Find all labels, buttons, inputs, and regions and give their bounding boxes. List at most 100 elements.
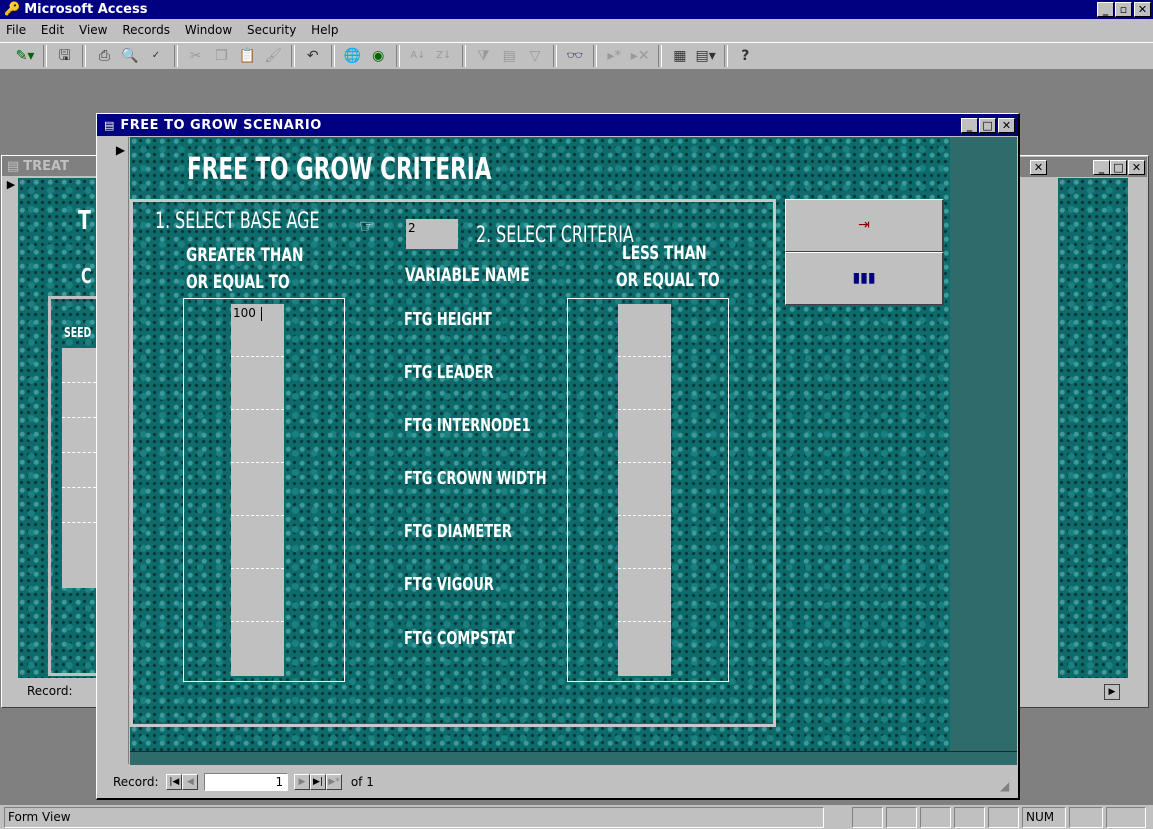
ftg-minimize-button[interactable]: _ (961, 117, 978, 133)
right-window-minimize-button[interactable]: _ (1093, 160, 1110, 175)
app-title: Microsoft Access (24, 2, 148, 17)
first-record-button[interactable]: |◀ (166, 774, 183, 790)
menu-window[interactable]: Window (185, 23, 232, 37)
greater-field-crown-width[interactable] (231, 463, 284, 516)
next-record-button[interactable]: ▶ (294, 774, 310, 790)
menu-view[interactable]: View (79, 23, 107, 37)
variable-name-header: VARIABLE NAME (405, 264, 530, 286)
menu-edit[interactable]: Edit (41, 23, 64, 37)
insert-hyperlink-icon[interactable]: 🌐 (341, 45, 363, 67)
copy-icon[interactable]: ❐ (210, 45, 232, 67)
less-header-2: OR EQUAL TO (616, 269, 720, 291)
delete-record-icon[interactable]: ▸✕ (629, 45, 651, 67)
new-record-nav-button[interactable]: ▶* (326, 774, 342, 790)
app-restore-button[interactable]: ▫ (1115, 2, 1132, 17)
app-close-button[interactable]: ✕ (1134, 2, 1151, 17)
var-ftg-diameter: FTG DIAMETER (404, 521, 512, 542)
database-window-icon[interactable]: ▦ (669, 45, 691, 67)
menu-security[interactable]: Security (247, 23, 296, 37)
record-navigation: Record: |◀ ◀ 1 ▶ ▶| ▶* of 1 (97, 766, 1017, 796)
greater-field-height[interactable]: 100 (231, 304, 284, 357)
treat-column-fragment: SEED (64, 326, 92, 341)
treat-window-title: TREAT (23, 158, 69, 174)
print-icon[interactable]: ⎙ (93, 45, 115, 67)
var-ftg-internode1: FTG INTERNODE1 (404, 415, 531, 436)
last-record-button[interactable]: ▶| (310, 774, 326, 790)
status-panel-4 (954, 807, 985, 828)
new-record-icon[interactable]: ▸* (603, 45, 625, 67)
menu-file[interactable]: File (6, 23, 26, 37)
greater-field-leader[interactable] (231, 357, 284, 410)
ftg-maximize-button[interactable]: □ (979, 117, 996, 133)
menu-records[interactable]: Records (122, 23, 170, 37)
treat-record-selector: ▶ (4, 178, 18, 678)
greater-header-1: GREATER THAN (186, 244, 304, 266)
app-minimize-button[interactable]: _ (1097, 2, 1114, 17)
web-toolbar-icon[interactable]: ◉ (367, 45, 389, 67)
ftg-window-titlebar: ▤ FREE TO GROW SCENARIO _ □ ✕ (97, 114, 1018, 136)
menu-help[interactable]: Help (311, 23, 338, 37)
record-selector[interactable]: ▶ (113, 137, 129, 764)
less-field-height[interactable] (618, 304, 671, 357)
right-window-close-button-2[interactable]: ✕ (1128, 160, 1145, 175)
find-icon[interactable]: 👓 (564, 45, 586, 67)
greater-field-internode1[interactable] (231, 410, 284, 463)
var-ftg-vigour: FTG VIGOUR (404, 574, 494, 595)
step1-label: 1. SELECT BASE AGE (155, 209, 320, 234)
sort-descending-icon[interactable]: Z↓ (433, 45, 455, 67)
exit-door-icon: ⇥ (858, 217, 870, 233)
ftg-window-title: FREE TO GROW SCENARIO (120, 117, 322, 133)
greater-field-vigour[interactable] (231, 569, 284, 622)
less-field-crown-width[interactable] (618, 463, 671, 516)
record-number-input[interactable]: 1 (204, 773, 289, 791)
ftg-close-button[interactable]: ✕ (998, 117, 1015, 133)
less-field-leader[interactable] (618, 357, 671, 410)
filter-by-selection-icon[interactable]: ⧩ (472, 45, 494, 67)
right-window-body (1058, 178, 1128, 678)
save-icon[interactable]: 🖫 (54, 45, 76, 67)
status-panel-7 (1106, 807, 1146, 828)
var-ftg-height: FTG HEIGHT (404, 309, 492, 330)
chart-button[interactable]: ▮▮▮ (785, 252, 944, 305)
right-window-close-button[interactable]: ✕ (1030, 160, 1047, 175)
apply-filter-icon[interactable]: ▽ (524, 45, 546, 67)
print-preview-icon[interactable]: 🔍 (119, 45, 141, 67)
greater-than-column: 100 (231, 304, 284, 676)
less-field-compstat[interactable] (618, 622, 671, 675)
right-window-scroll-arrow[interactable]: ▶ (1104, 684, 1120, 700)
resize-grip-icon[interactable]: ◢ (1000, 779, 1009, 793)
right-window-restore-button[interactable]: □ (1110, 160, 1127, 175)
menu-bar: File Edit View Records Window Security H… (0, 19, 1153, 41)
less-field-diameter[interactable] (618, 516, 671, 569)
view-icon[interactable]: ✎▾ (14, 45, 36, 67)
right-background-window[interactable]: ✕ _ □ ✕ ▶ (1017, 155, 1149, 708)
less-field-vigour[interactable] (618, 569, 671, 622)
exit-button[interactable]: ⇥ (785, 199, 944, 252)
ftg-scenario-window[interactable]: ▤ FREE TO GROW SCENARIO _ □ ✕ ▶ FREE TO … (96, 113, 1020, 800)
record-label: Record: (113, 775, 159, 789)
status-panel-main: Form View (4, 807, 824, 828)
pointing-hand-icon: ☞ (359, 216, 376, 237)
treat-heading-fragment: T (78, 206, 91, 236)
status-num-indicator: NUM (1022, 807, 1066, 828)
less-than-column (618, 304, 671, 676)
cut-icon[interactable]: ✂ (185, 45, 207, 67)
new-object-icon[interactable]: ▤▾ (695, 45, 717, 67)
filter-by-form-icon[interactable]: ▤ (498, 45, 520, 67)
sort-ascending-icon[interactable]: A↓ (407, 45, 429, 67)
form-blank-area (950, 137, 1017, 751)
undo-icon[interactable]: ↶ (302, 45, 324, 67)
base-age-field[interactable]: 2 (406, 219, 458, 249)
paste-icon[interactable]: 📋 (236, 45, 258, 67)
app-key-icon: 🔑 (4, 2, 21, 17)
greater-field-compstat[interactable] (231, 622, 284, 675)
greater-field-diameter[interactable] (231, 516, 284, 569)
format-painter-icon[interactable]: 🖌 (262, 45, 284, 67)
help-icon[interactable]: ? (734, 45, 756, 67)
num-lock-text: NUM (1026, 810, 1055, 824)
less-field-internode1[interactable] (618, 410, 671, 463)
spelling-icon[interactable]: ✓ (145, 45, 167, 67)
status-text: Form View (8, 810, 71, 824)
previous-record-button[interactable]: ◀ (182, 774, 199, 790)
bar-chart-icon: ▮▮▮ (852, 270, 876, 286)
